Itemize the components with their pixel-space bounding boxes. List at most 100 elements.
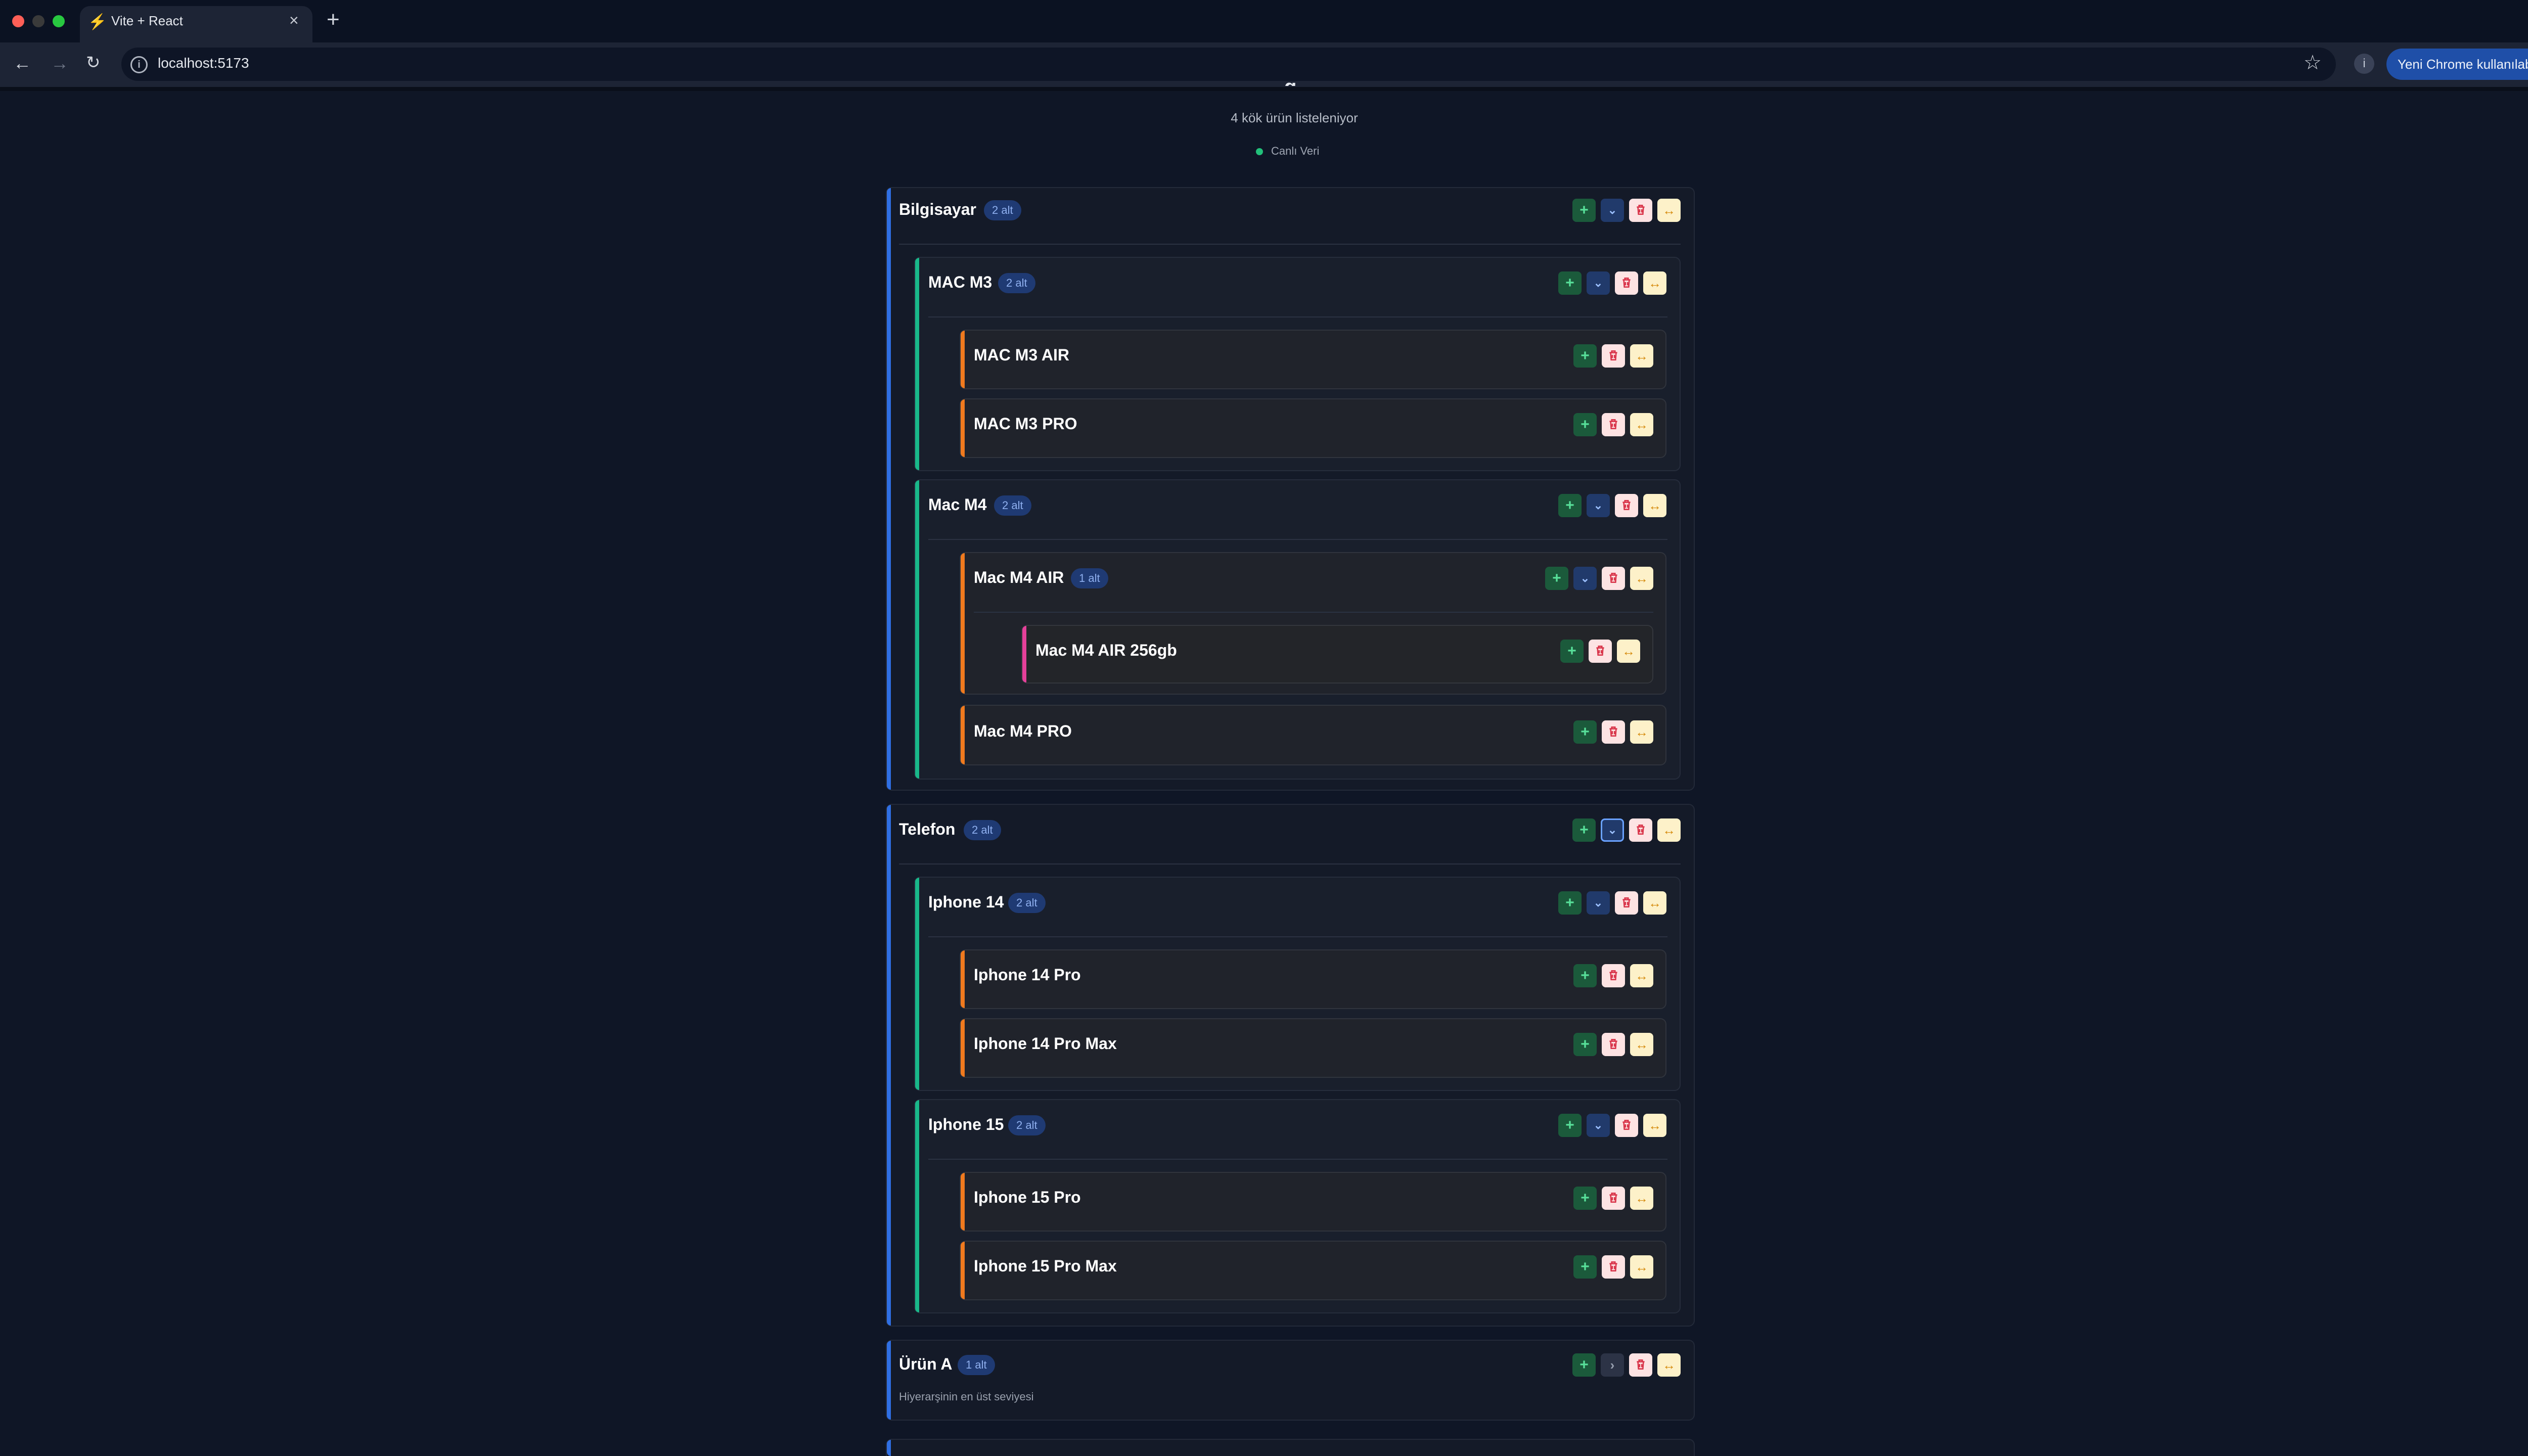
add-child-button[interactable]: + bbox=[1573, 1033, 1597, 1056]
delete-button[interactable] bbox=[1602, 720, 1625, 744]
level-accent bbox=[961, 399, 965, 457]
delete-button[interactable] bbox=[1602, 413, 1625, 436]
window-minimize-button[interactable] bbox=[32, 15, 44, 27]
delete-button[interactable] bbox=[1629, 818, 1652, 842]
level-accent bbox=[961, 706, 965, 764]
level-accent bbox=[915, 258, 919, 470]
move-button[interactable]: ↔ bbox=[1643, 271, 1666, 295]
back-arrow-icon[interactable]: ← bbox=[13, 53, 31, 74]
expand-toggle-button[interactable]: › bbox=[1601, 1353, 1624, 1377]
forward-arrow-icon[interactable]: → bbox=[51, 53, 69, 74]
level-accent bbox=[887, 188, 891, 790]
trash-icon bbox=[1609, 1261, 1617, 1272]
delete-button[interactable] bbox=[1602, 567, 1625, 590]
add-child-button[interactable]: + bbox=[1573, 413, 1597, 436]
node-title: MAC M3 bbox=[928, 273, 992, 291]
move-button[interactable]: ↔ bbox=[1657, 1353, 1681, 1377]
trash-icon bbox=[1622, 897, 1631, 908]
child-count-badge: 2 alt bbox=[994, 495, 1031, 516]
node-title: Ürün A bbox=[899, 1355, 953, 1373]
expand-toggle-button[interactable]: ⌄ bbox=[1587, 1114, 1610, 1137]
move-button[interactable]: ↔ bbox=[1630, 567, 1653, 590]
delete-button[interactable] bbox=[1615, 1114, 1638, 1137]
address-bar[interactable] bbox=[121, 48, 2336, 81]
reload-icon[interactable]: ↻ bbox=[86, 53, 101, 73]
move-button[interactable]: ↔ bbox=[1630, 413, 1653, 436]
move-button[interactable]: ↔ bbox=[1643, 891, 1666, 915]
move-button[interactable]: ↔ bbox=[1657, 199, 1681, 222]
delete-button[interactable] bbox=[1602, 1033, 1625, 1056]
trash-icon bbox=[1609, 1039, 1617, 1050]
expand-toggle-button[interactable]: ⌄ bbox=[1573, 567, 1597, 590]
expand-toggle-button[interactable]: ⌄ bbox=[1587, 494, 1610, 517]
node-title: MAC M3 PRO bbox=[974, 415, 1077, 433]
new-tab-button[interactable]: + bbox=[327, 7, 340, 32]
add-child-button[interactable]: + bbox=[1572, 199, 1596, 222]
divider bbox=[899, 244, 1681, 245]
delete-button[interactable] bbox=[1602, 1255, 1625, 1279]
trash-icon bbox=[1609, 970, 1617, 981]
add-child-button[interactable]: + bbox=[1572, 1353, 1596, 1377]
level-accent bbox=[915, 480, 919, 779]
expand-toggle-button[interactable]: ⌄ bbox=[1587, 271, 1610, 295]
delete-button[interactable] bbox=[1589, 640, 1612, 663]
move-button[interactable]: ↔ bbox=[1630, 344, 1653, 368]
tab-close-icon[interactable]: × bbox=[289, 11, 299, 30]
add-child-button[interactable]: + bbox=[1560, 640, 1584, 663]
divider bbox=[928, 1159, 1667, 1160]
expand-toggle-button[interactable]: ⌄ bbox=[1601, 818, 1624, 842]
child-count-badge: 2 alt bbox=[1008, 1115, 1046, 1135]
add-child-button[interactable]: + bbox=[1573, 344, 1597, 368]
level-accent bbox=[961, 1242, 965, 1299]
move-button[interactable]: ↔ bbox=[1643, 494, 1666, 517]
delete-button[interactable] bbox=[1615, 494, 1638, 517]
add-child-button[interactable]: + bbox=[1558, 891, 1582, 915]
delete-button[interactable] bbox=[1615, 891, 1638, 915]
add-child-button[interactable]: + bbox=[1573, 720, 1597, 744]
trash-icon bbox=[1609, 573, 1617, 583]
delete-button[interactable] bbox=[1629, 1353, 1652, 1377]
add-child-button[interactable]: + bbox=[1558, 1114, 1582, 1137]
move-button[interactable]: ↔ bbox=[1630, 1033, 1653, 1056]
site-info-icon[interactable]: i bbox=[130, 56, 148, 73]
divider bbox=[974, 612, 1653, 613]
profile-icon[interactable]: i bbox=[2354, 54, 2374, 74]
bookmark-star-icon[interactable]: ☆ bbox=[2304, 51, 2322, 74]
add-child-button[interactable]: + bbox=[1558, 271, 1582, 295]
vite-favicon-icon: ⚡ bbox=[88, 14, 107, 30]
move-button[interactable]: ↔ bbox=[1617, 640, 1640, 663]
level-accent bbox=[887, 1440, 891, 1456]
trash-icon bbox=[1622, 1120, 1631, 1130]
add-child-button[interactable]: + bbox=[1558, 494, 1582, 517]
node-title: Telefon bbox=[899, 820, 956, 838]
move-button[interactable]: ↔ bbox=[1643, 1114, 1666, 1137]
add-child-button[interactable]: + bbox=[1573, 1255, 1597, 1279]
level-accent bbox=[915, 878, 919, 1090]
browser-tab-strip bbox=[0, 0, 2528, 42]
add-child-button[interactable]: + bbox=[1545, 567, 1568, 590]
node-title: Bilgisayar bbox=[899, 200, 976, 218]
move-button[interactable]: ↔ bbox=[1630, 964, 1653, 987]
add-child-button[interactable]: + bbox=[1572, 818, 1596, 842]
add-child-button[interactable]: + bbox=[1573, 964, 1597, 987]
delete-button[interactable] bbox=[1602, 964, 1625, 987]
divider bbox=[928, 316, 1667, 317]
window-maximize-button[interactable] bbox=[53, 15, 65, 27]
move-button[interactable]: ↔ bbox=[1630, 1255, 1653, 1279]
address-url[interactable]: localhost:5173 bbox=[158, 55, 249, 71]
delete-button[interactable] bbox=[1602, 344, 1625, 368]
move-button[interactable]: ↔ bbox=[1657, 818, 1681, 842]
window-close-button[interactable] bbox=[12, 15, 24, 27]
move-button[interactable]: ↔ bbox=[1630, 1187, 1653, 1210]
add-child-button[interactable]: + bbox=[1573, 1187, 1597, 1210]
level-accent bbox=[887, 1341, 891, 1420]
expand-toggle-button[interactable]: ⌄ bbox=[1601, 199, 1624, 222]
delete-button[interactable] bbox=[1602, 1187, 1625, 1210]
delete-button[interactable] bbox=[1615, 271, 1638, 295]
expand-toggle-button[interactable]: ⌄ bbox=[1587, 891, 1610, 915]
node-title: Mac M4 AIR bbox=[974, 568, 1064, 586]
chrome-update-button[interactable]: Yeni Chrome kullanılabilir ⋮ bbox=[2386, 49, 2528, 80]
level-accent bbox=[915, 1100, 919, 1312]
delete-button[interactable] bbox=[1629, 199, 1652, 222]
move-button[interactable]: ↔ bbox=[1630, 720, 1653, 744]
